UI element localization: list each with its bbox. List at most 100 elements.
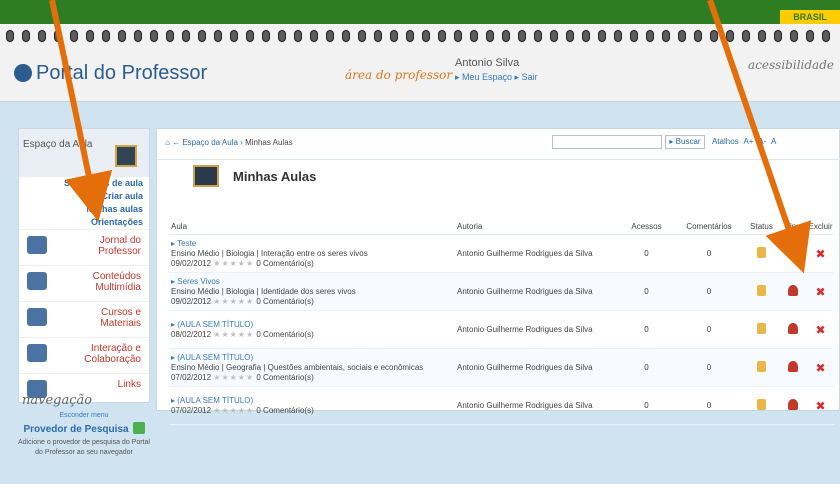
person-icon[interactable]: [788, 361, 798, 372]
search-button[interactable]: ▸ Buscar: [665, 135, 705, 149]
ring: [54, 30, 62, 42]
home-icon[interactable]: ⌂: [165, 138, 170, 147]
lesson-title-link[interactable]: ▸ (AULA SEM TÍTULO): [171, 396, 457, 406]
delete-cell: ✖: [807, 247, 834, 261]
lesson-title-link[interactable]: ▸ Teste: [171, 239, 457, 249]
ring: [470, 30, 478, 42]
rating-stars[interactable]: ★★★★★: [213, 330, 254, 339]
person-icon[interactable]: [788, 323, 798, 334]
ring: [246, 30, 254, 42]
person-icon[interactable]: [788, 247, 798, 258]
newspaper-icon: [27, 236, 47, 254]
lesson-cell: ▸ (AULA SEM TÍTULO) 07/02/2012 ★★★★★ 0 C…: [169, 396, 457, 416]
rating-stars[interactable]: ★★★★★: [213, 259, 254, 268]
ring: [742, 30, 750, 42]
media-icon: [27, 272, 47, 290]
ring: [646, 30, 654, 42]
ring: [822, 30, 830, 42]
person-icon[interactable]: [788, 285, 798, 296]
user-name: Antonio Silva: [455, 57, 520, 69]
access-count: 0: [644, 325, 649, 334]
search-provider[interactable]: Provedor de Pesquisa Adicione o provedor…: [18, 422, 150, 458]
access-count: 0: [644, 401, 649, 410]
lesson-cell: ▸ Teste Ensino Médio | Biologia | Intera…: [169, 239, 457, 269]
ring: [342, 30, 350, 42]
ring: [262, 30, 270, 42]
toolbar-shortcuts[interactable]: Atalhos A+ A- A: [712, 137, 776, 146]
ring: [134, 30, 142, 42]
user-links[interactable]: ▸ Meu Espaço ▸ Sair: [455, 72, 538, 83]
ring: [534, 30, 542, 42]
sidebar-subitem[interactable]: Orientações: [19, 216, 149, 229]
breadcrumb-item[interactable]: Espaço da Aula: [182, 138, 238, 147]
ring: [278, 30, 286, 42]
author-cell: Antonio Guilherme Rodrigues da Silva: [457, 363, 593, 372]
brasil-badge[interactable]: BRASIL: [780, 10, 840, 24]
toolbar-divider: [157, 159, 840, 160]
ring: [550, 30, 558, 42]
ring: [6, 30, 14, 42]
column-header: Acessos: [631, 222, 662, 231]
breadcrumb-current: Minhas Aulas: [245, 138, 293, 147]
main-content: ⌂ ← Espaço da Aula › Minhas Aulas ▸ Busc…: [156, 128, 840, 425]
search-icon: [132, 422, 145, 434]
lesson-cell: ▸ (AULA SEM TÍTULO) Ensino Médio | Geogr…: [169, 353, 457, 383]
column-header: Comentários: [686, 222, 732, 231]
rating-stars[interactable]: ★★★★★: [213, 297, 254, 306]
lesson-meta: 09/02/2012 ★★★★★ 0 Comentário(s): [171, 258, 314, 268]
lesson-meta: 08/02/2012 ★★★★★ 0 Comentário(s): [171, 329, 314, 339]
sidebar-item-jornal[interactable]: Jornal do Professor: [19, 229, 149, 265]
access-count: 0: [644, 363, 649, 372]
sidebar-item-conteudos[interactable]: Conteúdos Multimídia: [19, 265, 149, 301]
back-icon[interactable]: ←: [172, 138, 180, 147]
lock-icon[interactable]: [757, 323, 766, 334]
ring: [502, 30, 510, 42]
comment-count: 0: [706, 287, 712, 296]
sidebar-item-cursos[interactable]: Cursos e Materiais: [19, 301, 149, 337]
table-header: Aula Autoria Acessos Comentários Status …: [169, 219, 834, 235]
delete-icon[interactable]: ✖: [815, 361, 825, 375]
author-cell: Antonio Guilherme Rodrigues da Silva: [457, 325, 593, 334]
person-icon[interactable]: [788, 399, 798, 410]
delete-cell: ✖: [807, 285, 834, 299]
sidebar-subitem[interactable]: Minhas aulas: [19, 203, 149, 216]
ring: [790, 30, 798, 42]
delete-icon[interactable]: ✖: [815, 285, 825, 299]
type-cell: [779, 285, 807, 298]
search-input[interactable]: [552, 135, 662, 149]
lesson-title-link[interactable]: ▸ (AULA SEM TÍTULO): [171, 320, 457, 330]
rating-stars[interactable]: ★★★★★: [213, 373, 254, 382]
comment-count: 0: [706, 363, 712, 372]
sidebar-item-interacao[interactable]: Interação e Colaboração: [19, 337, 149, 373]
sidebar-subitem[interactable]: Sugestões de aula: [19, 177, 149, 190]
delete-icon[interactable]: ✖: [815, 247, 825, 261]
ring: [70, 30, 78, 42]
delete-icon[interactable]: ✖: [815, 323, 825, 337]
lock-icon[interactable]: [757, 247, 766, 258]
author-cell: Antonio Guilherme Rodrigues da Silva: [457, 287, 593, 296]
lesson-cell: ▸ Seres Vivos Ensino Médio | Biologia | …: [169, 277, 457, 307]
portal-logo[interactable]: Portal do Professor: [14, 62, 207, 85]
sidebar-more-link[interactable]: Esconder menu: [19, 409, 149, 419]
lesson-meta: 09/02/2012 ★★★★★ 0 Comentário(s): [171, 296, 314, 306]
ring: [710, 30, 718, 42]
rating-stars[interactable]: ★★★★★: [213, 406, 254, 415]
ring: [214, 30, 222, 42]
lesson-meta: 07/02/2012 ★★★★★ 0 Comentário(s): [171, 405, 314, 415]
ring: [566, 30, 574, 42]
ring: [182, 30, 190, 42]
sidebar-subitem[interactable]: Criar aula: [19, 190, 149, 203]
lock-icon[interactable]: [757, 399, 766, 410]
lock-icon[interactable]: [757, 285, 766, 296]
ring: [294, 30, 302, 42]
table-row: ▸ (AULA SEM TÍTULO) Ensino Médio | Geogr…: [169, 349, 834, 387]
sidebar-title: Espaço da Aula: [23, 139, 93, 150]
lesson-title-link[interactable]: ▸ Seres Vivos: [171, 277, 457, 287]
ring: [582, 30, 590, 42]
lesson-title-link[interactable]: ▸ (AULA SEM TÍTULO): [171, 353, 457, 363]
type-cell: [779, 247, 807, 260]
sidebar-item-label: Jornal do Professor: [98, 235, 141, 257]
accessibility-link[interactable]: acessibilidade: [748, 58, 834, 72]
lock-icon[interactable]: [757, 361, 766, 372]
delete-icon[interactable]: ✖: [815, 399, 825, 413]
